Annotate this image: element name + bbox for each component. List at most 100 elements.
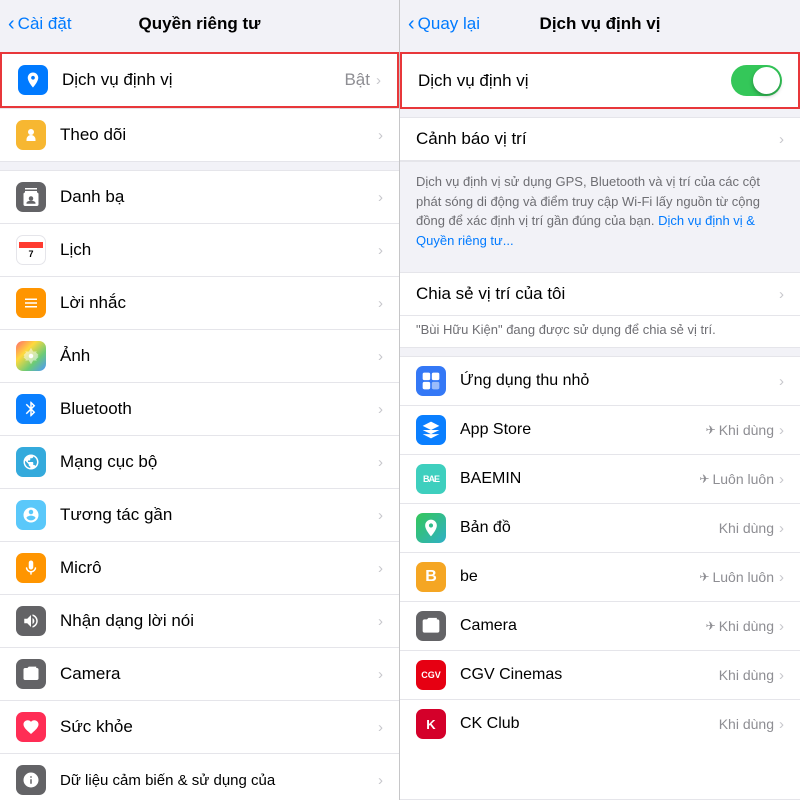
sensor-icon [16,765,46,795]
tuong-tac-gan-content: Tương tác gần › [60,505,383,525]
micro-icon [16,553,46,583]
health-icon [16,712,46,742]
nhan-dang-content: Nhận dạng lời nói › [60,611,383,631]
maps-icon [416,513,446,543]
tuong-tac-gan-chevron-icon: › [378,507,383,524]
app-status-camera: ✈ Khi dùng › [706,618,784,635]
app-row-baemin[interactable]: BAE BAEMIN ✈ Luôn luôn › [400,455,800,504]
location-arrow-camera: ✈ [706,619,716,633]
left-header: ‹ Cài đặt Quyền riêng tư [0,0,399,44]
right-panel-title: Dịch vụ định vị [540,14,661,34]
right-header: ‹ Quay lại Dịch vụ định vị [400,0,800,44]
theo-doi-row[interactable]: Theo dõi › [0,109,399,161]
calendar-icon: 7 [16,235,46,265]
app-name-camera: Camera [460,617,706,635]
mang-cuc-bo-chevron-icon: › [378,454,383,471]
app-row-be[interactable]: B be ✈ Luôn luôn › [400,553,800,602]
mang-cuc-bo-row[interactable]: Mạng cục bộ › [0,436,399,489]
chia-se-chevron-icon: › [779,286,784,303]
location-chevron-icon: › [376,72,381,89]
theo-doi-chevron-icon: › [378,127,383,144]
interaction-icon [16,500,46,530]
app-name-be: be [460,568,699,586]
app-name-ban-do: Bản đồ [460,519,719,537]
widget-app-icon [416,366,446,396]
reminders-icon [16,288,46,318]
camera-left-content: Camera › [60,664,383,684]
lich-chevron-icon: › [378,242,383,259]
du-lieu-label: Dữ liệu cảm biến & sử dụng của [60,772,275,789]
app-name-ung-dung: Ứng dụng thu nhỏ [460,372,777,390]
app-row-cgv[interactable]: CGV CGV Cinemas Khi dùng › [400,651,800,700]
du-lieu-chevron-icon: › [378,772,383,789]
danh-ba-row[interactable]: Danh bạ › [0,171,399,224]
bluetooth-content: Bluetooth › [60,399,383,419]
location-toggle-row[interactable]: Dịch vụ định vị [402,54,798,107]
app-row-ung-dung[interactable]: Ứng dụng thu nhỏ › [400,357,800,406]
app-row-ck[interactable]: K CK Club Khi dùng › [400,700,800,748]
chia-se-section: Chia sẻ vị trí của tôi › "Bùi Hữu Kiện" … [400,272,800,348]
right-back-chevron-icon: ‹ [408,14,415,34]
left-back-chevron-icon: ‹ [8,14,15,34]
canh-bao-row[interactable]: Cảnh báo vị trí › [400,118,800,161]
location-icon [18,65,48,95]
nhan-dang-row[interactable]: Nhận dạng lời nói › [0,595,399,648]
chia-se-row[interactable]: Chia sẻ vị trí của tôi › [400,273,800,316]
location-service-row[interactable]: Dịch vụ định vị Bật › [0,52,399,108]
du-lieu-content: Dữ liệu cảm biến & sử dụng của › [60,772,383,789]
micro-chevron-icon: › [378,560,383,577]
contacts-icon [16,182,46,212]
app-row-app-store[interactable]: App Store ✈ Khi dùng › [400,406,800,455]
mang-cuc-bo-label: Mạng cục bộ [60,452,157,472]
anh-row[interactable]: Ảnh › [0,330,399,383]
camera-left-label: Camera [60,664,120,684]
app-chevron-5: › [779,618,784,635]
app-status-ck: Khi dùng › [719,716,784,733]
app-chevron-7: › [779,716,784,733]
mang-cuc-bo-content: Mạng cục bộ › [60,452,383,472]
micro-label: Micrô [60,558,102,578]
location-pin-icon: ✈ [706,423,716,437]
anh-content: Ảnh › [60,346,383,366]
suc-khoe-label: Sức khỏe [60,717,133,737]
app-chevron-6: › [779,667,784,684]
bluetooth-row[interactable]: Bluetooth › [0,383,399,436]
chia-se-label: Chia sẻ vị trí của tôi [416,284,565,304]
tuong-tac-gan-row[interactable]: Tương tác gần › [0,489,399,542]
app-name-baemin: BAEMIN [460,470,699,488]
loi-nhac-row[interactable]: Lời nhắc › [0,277,399,330]
theo-doi-label: Theo dõi [60,125,126,145]
micro-content: Micrô › [60,558,383,578]
app-row-camera[interactable]: Camera ✈ Khi dùng › [400,602,800,651]
location-toggle[interactable] [731,65,782,96]
right-panel: ‹ Quay lại Dịch vụ định vị Dịch vụ định … [400,0,800,800]
app-chevron-0: › [779,373,784,390]
nhan-dang-label: Nhận dạng lời nói [60,611,194,631]
camera-row[interactable]: Camera › [0,648,399,701]
lich-row[interactable]: 7 Lịch › [0,224,399,277]
bluetooth-chevron-icon: › [378,401,383,418]
right-back-button[interactable]: ‹ Quay lại [408,14,480,34]
app-row-ban-do[interactable]: Bản đồ Khi dùng › [400,504,800,553]
apps-section: Ứng dụng thu nhỏ › App Store ✈ Khi dùng … [400,356,800,800]
be-icon: B [416,562,446,592]
loi-nhac-chevron-icon: › [378,295,383,312]
left-back-label: Cài đặt [18,14,72,34]
location-row-content: Dịch vụ định vị Bật › [62,70,381,90]
camera-icon [16,659,46,689]
left-panel-title: Quyền riêng tư [139,14,261,34]
app-name-ck: CK Club [460,715,719,733]
cgv-icon: CGV [416,660,446,690]
svg-text:7: 7 [28,249,33,259]
location-description: Dịch vụ định vị sử dụng GPS, Bluetooth v… [400,162,800,264]
chia-se-note: "Bùi Hữu Kiện" đang được sử dụng để chia… [400,316,800,347]
camera-app-icon [416,611,446,641]
app-status-cgv: Khi dùng › [719,667,784,684]
suc-khoe-row[interactable]: Sức khỏe › [0,701,399,754]
left-settings-group: Danh bạ › 7 Lịch › [0,170,399,800]
app-chevron-4: › [779,569,784,586]
left-back-button[interactable]: ‹ Cài đặt [8,14,72,34]
micro-row[interactable]: Micrô › [0,542,399,595]
canh-bao-chevron-icon: › [779,131,784,148]
du-lieu-cam-bien-row[interactable]: Dữ liệu cảm biến & sử dụng của › [0,754,399,800]
